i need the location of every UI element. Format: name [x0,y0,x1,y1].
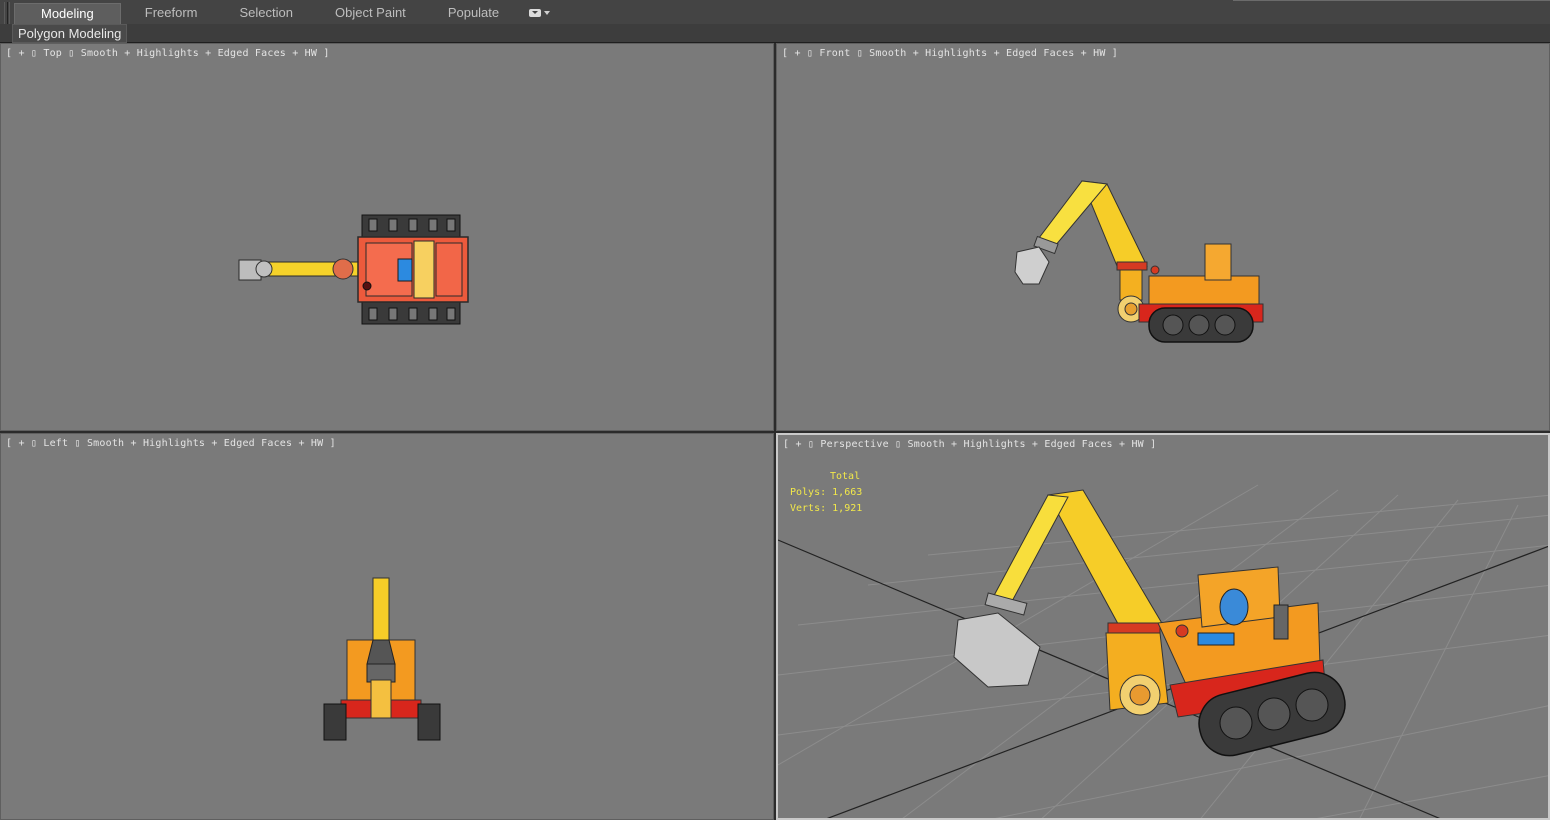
ribbon-panel-bar: Polygon Modeling [0,24,1550,43]
tab-modeling[interactable]: Modeling [14,3,121,24]
ribbon-divider [1233,0,1550,1]
tab-selection[interactable]: Selection [222,3,311,23]
ribbon-tabs: Modeling Freeform Selection Object Paint… [14,3,551,24]
viewport-perspective[interactable]: [ + ▯ Perspective ▯ Smooth + Highlights … [776,433,1550,820]
polygon-modeling-panel-label[interactable]: Polygon Modeling [12,24,128,43]
chevron-down-icon [544,11,551,15]
tab-populate[interactable]: Populate [430,3,517,23]
ground-grid [778,484,1548,818]
top-view-model [238,214,469,325]
tab-freeform[interactable]: Freeform [127,3,216,23]
viewport-front[interactable]: [ + ▯ Front ▯ Smooth + Highlights + Edge… [776,43,1550,431]
viewport-top[interactable]: [ + ▯ Top ▯ Smooth + Highlights + Edged … [0,43,774,431]
left-view-model [323,577,441,741]
ribbon-options-dropdown[interactable] [529,3,551,23]
perspective-view-model [778,484,1548,818]
front-view-model [1014,180,1264,343]
ribbon-options-icon [529,9,542,17]
tab-object-paint[interactable]: Object Paint [317,3,424,23]
ribbon-bar: Modeling Freeform Selection Object Paint… [0,0,1550,40]
viewport-left[interactable]: [ + ▯ Left ▯ Smooth + Highlights + Edged… [0,433,774,820]
